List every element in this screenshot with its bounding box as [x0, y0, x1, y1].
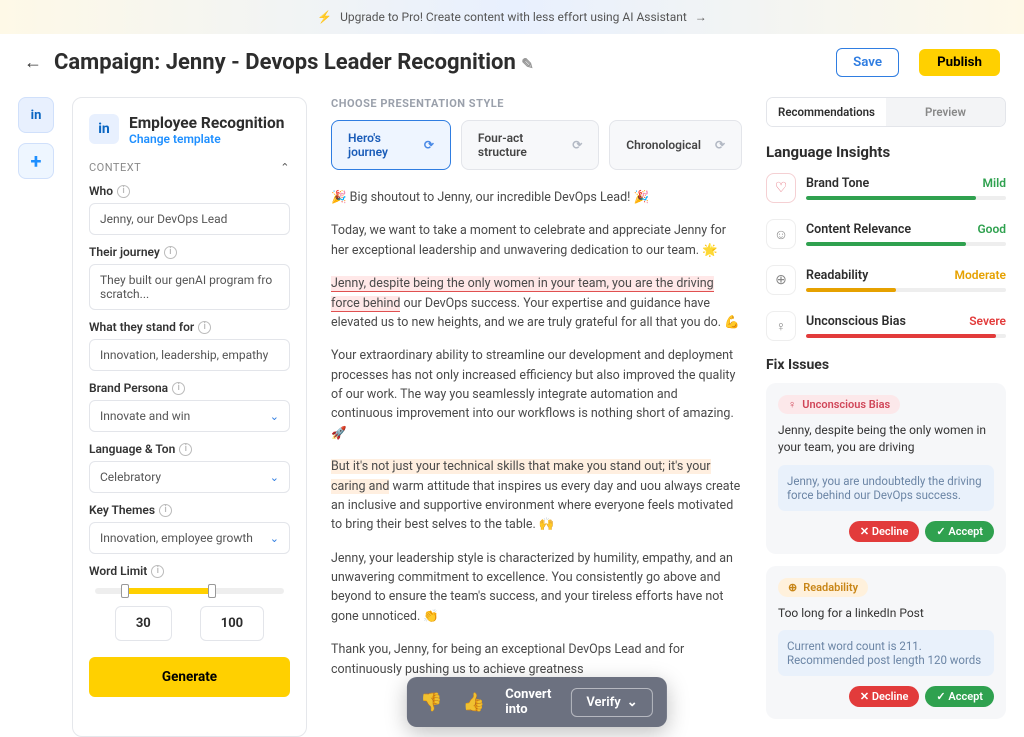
style-tab-chrono[interactable]: Chronological⟳ [609, 120, 742, 170]
chevron-down-icon: ⌄ [270, 532, 279, 545]
publish-button[interactable]: Publish [919, 49, 1000, 76]
refresh-icon[interactable]: ⟳ [715, 138, 725, 152]
fix-issues-title: Fix Issues [766, 357, 1006, 373]
para-7: Thank you, Jenny, for being an exception… [331, 640, 742, 679]
style-tab-hero[interactable]: Hero's journey⟳ [331, 120, 451, 170]
content-body[interactable]: 🎉 Big shoutout to Jenny, our incredible … [331, 188, 742, 679]
page-title: Campaign: Jenny - Devops Leader Recognit… [54, 50, 824, 75]
chevron-down-icon: ⌄ [270, 410, 279, 423]
decline-button[interactable]: ✕ Decline [849, 521, 920, 542]
linkedin-icon: in [89, 114, 119, 144]
language-select[interactable]: Celebratory⌄ [89, 461, 290, 493]
info-icon[interactable]: i [151, 565, 164, 578]
insight-level: Severe [969, 314, 1006, 329]
context-label: CONTEXT [89, 161, 141, 174]
arrow-right-icon: → [695, 10, 707, 24]
thumbs-down-icon[interactable]: 👎 [420, 692, 442, 713]
chevron-up-icon[interactable]: ⌃ [280, 161, 290, 174]
badge-bias: ♀Unconscious Bias [778, 395, 900, 414]
info-icon[interactable]: i [164, 246, 177, 259]
chevron-down-icon: ⌄ [627, 695, 638, 710]
bolt-icon: ⚡ [317, 10, 332, 24]
fix-suggestion: Current word count is 211. Recommended p… [778, 630, 994, 676]
wordlimit-max[interactable]: 100 [200, 606, 264, 641]
insight-level: Good [977, 222, 1006, 237]
fix-text: Too long for a linkedIn Post [778, 605, 994, 622]
convert-button[interactable]: Convert into [505, 687, 551, 717]
style-label: CHOOSE PRESENTATION STYLE [331, 97, 742, 110]
slider-handle-min[interactable] [121, 584, 129, 598]
verify-button[interactable]: Verify⌄ [571, 688, 652, 717]
refresh-icon[interactable]: ⟳ [572, 138, 582, 152]
accept-button[interactable]: ✓ Accept [925, 686, 994, 707]
themes-select[interactable]: Innovation, employee growth⌄ [89, 522, 290, 554]
chevron-down-icon: ⌄ [270, 471, 279, 484]
upgrade-banner[interactable]: ⚡ Upgrade to Pro! Create content with le… [0, 0, 1024, 34]
insight-brand-tone: Brand Tone [806, 176, 869, 191]
bias-icon: ♀ [766, 311, 796, 341]
journey-label: Their journey [89, 245, 160, 259]
who-input[interactable] [89, 203, 290, 235]
standfor-input[interactable] [89, 339, 290, 371]
person-icon: ☺ [766, 219, 796, 249]
tab-recommendations[interactable]: Recommendations [767, 98, 886, 126]
style-tab-fouract[interactable]: Four-act structure⟳ [461, 120, 599, 170]
thumbs-up-icon[interactable]: 👍 [463, 692, 485, 713]
fix-card-bias: ♀Unconscious Bias Jenny, despite being t… [766, 383, 1006, 554]
para-1: 🎉 Big shoutout to Jenny, our incredible … [331, 188, 742, 207]
standfor-label: What they stand for [89, 320, 194, 334]
persona-label: Brand Persona [89, 381, 168, 395]
para-5: But it's not just your technical skills … [331, 457, 742, 535]
add-channel-button[interactable]: + [18, 143, 54, 179]
badge-readability: ⊕Readability [778, 578, 868, 597]
para-4: Your extraordinary ability to streamline… [331, 346, 742, 443]
para-3: Jenny, despite being the only women in y… [331, 274, 742, 332]
fix-suggestion: Jenny, you are undoubtedly the driving f… [778, 465, 994, 511]
generate-button[interactable]: Generate [89, 657, 290, 697]
globe-icon: ⊕ [766, 265, 796, 295]
info-icon[interactable]: i [159, 504, 172, 517]
decline-button[interactable]: ✕ Decline [849, 686, 920, 707]
info-icon[interactable]: i [172, 382, 185, 395]
insights-title: Language Insights [766, 143, 1006, 161]
template-title: Employee Recognition [129, 114, 284, 132]
para-6: Jenny, your leadership style is characte… [331, 549, 742, 627]
wordlimit-label: Word Limit [89, 564, 147, 578]
slider-handle-max[interactable] [208, 584, 216, 598]
bias-icon: ♀ [788, 398, 796, 411]
refresh-icon[interactable]: ⟳ [424, 138, 434, 152]
info-icon[interactable]: i [198, 321, 211, 334]
info-icon[interactable]: i [179, 443, 192, 456]
heart-icon: ♡ [766, 173, 796, 203]
insight-relevance: Content Relevance [806, 222, 911, 237]
accept-button[interactable]: ✓ Accept [925, 521, 994, 542]
themes-label: Key Themes [89, 503, 155, 517]
banner-text: Upgrade to Pro! Create content with less… [340, 10, 687, 24]
who-label: Who [89, 184, 113, 198]
insight-bias: Unconscious Bias [806, 314, 906, 329]
insight-level: Moderate [954, 268, 1006, 283]
language-label: Language & Ton [89, 442, 175, 456]
fix-text: Jenny, despite being the only women in y… [778, 422, 994, 457]
edit-icon[interactable]: ✎ [521, 55, 534, 73]
para-2: Today, we want to take a moment to celeb… [331, 221, 742, 260]
info-icon[interactable]: i [117, 185, 130, 198]
save-button[interactable]: Save [836, 48, 899, 77]
wordlimit-slider[interactable] [95, 588, 284, 594]
action-bar: 👎 👍 Convert into Verify⌄ [406, 677, 666, 727]
linkedin-channel-button[interactable]: in [18, 97, 54, 133]
fix-card-readability: ⊕Readability Too long for a linkedIn Pos… [766, 566, 1006, 719]
wordlimit-min[interactable]: 30 [115, 606, 172, 641]
back-arrow-icon[interactable]: ← [24, 52, 42, 73]
change-template-link[interactable]: Change template [129, 132, 221, 146]
persona-select[interactable]: Innovate and win⌄ [89, 400, 290, 432]
insight-readability: Readability [806, 268, 868, 283]
journey-textarea[interactable]: They built our genAI program fro scratch… [89, 264, 290, 310]
globe-icon: ⊕ [788, 581, 797, 594]
insight-level: Mild [983, 176, 1007, 191]
tab-preview[interactable]: Preview [886, 98, 1005, 126]
